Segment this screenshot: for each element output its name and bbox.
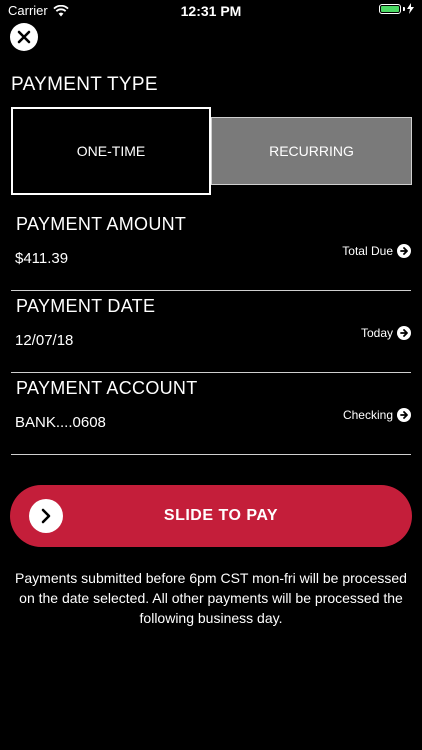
checking-link[interactable]: Checking — [343, 408, 411, 422]
slide-to-pay-slider[interactable]: SLIDE TO PAY — [10, 485, 412, 547]
chevron-right-icon — [41, 508, 51, 524]
divider — [11, 290, 411, 291]
payment-account-row: PAYMENT ACCOUNT BANK....0608 Checking — [11, 376, 411, 446]
arrow-right-icon — [397, 326, 411, 340]
today-label: Today — [360, 326, 393, 340]
payment-date-value: 12/07/18 — [15, 332, 74, 349]
status-right — [379, 3, 414, 14]
battery-cap — [403, 6, 405, 11]
payment-amount-value: $411.39 — [15, 250, 69, 267]
total-due-link[interactable]: Total Due — [342, 244, 411, 258]
slide-handle[interactable] — [29, 499, 63, 533]
total-due-label: Total Due — [342, 244, 393, 258]
payment-amount-label: PAYMENT AMOUNT — [16, 214, 187, 234]
payment-account-value: BANK....0608 — [15, 414, 106, 431]
status-bar: Carrier 12:31 PM — [0, 0, 422, 22]
payment-note: Payments submitted before 6pm CST mon-fr… — [15, 570, 407, 626]
payment-date-label: PAYMENT DATE — [16, 296, 156, 316]
close-button[interactable] — [10, 23, 38, 51]
battery-icon — [379, 3, 401, 14]
payment-account-label: PAYMENT ACCOUNT — [16, 378, 198, 398]
checking-label: Checking — [342, 408, 393, 422]
payment-date-row: PAYMENT DATE 12/07/18 Today — [11, 294, 411, 364]
slide-to-pay-label: SLIDE TO PAY — [163, 507, 279, 524]
payment-amount-row: PAYMENT AMOUNT $411.39 Total Due — [11, 212, 411, 282]
recurring-label: RECURRING — [269, 143, 354, 159]
divider — [11, 454, 411, 455]
charging-bolt-icon — [407, 3, 414, 14]
one-time-button[interactable]: ONE-TIME — [11, 107, 211, 195]
recurring-button[interactable]: RECURRING — [211, 117, 412, 185]
status-time: 12:31 PM — [180, 3, 242, 19]
arrow-right-icon — [397, 408, 411, 422]
one-time-label: ONE-TIME — [76, 143, 146, 159]
battery-fill — [381, 5, 399, 12]
divider — [11, 372, 411, 373]
arrow-right-icon — [397, 244, 411, 258]
payment-type-title: PAYMENT TYPE — [11, 74, 158, 95]
today-link[interactable]: Today — [361, 326, 411, 340]
close-icon — [17, 30, 31, 44]
